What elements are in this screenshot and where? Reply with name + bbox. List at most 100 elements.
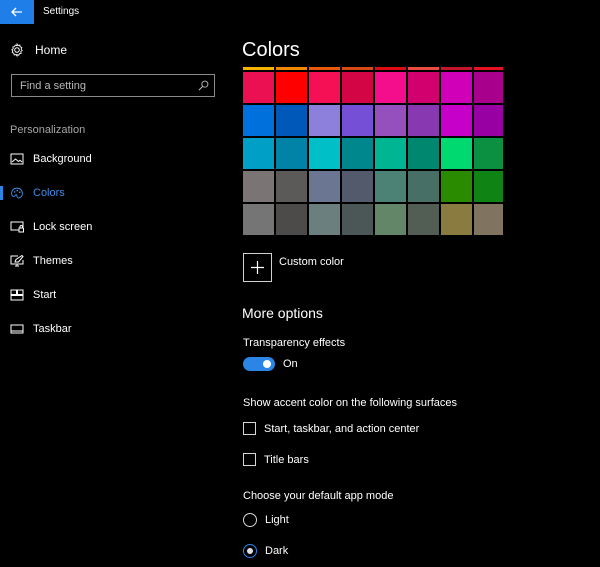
color-swatch[interactable] (342, 72, 373, 103)
accent-surfaces-label: Show accent color on the following surfa… (243, 397, 458, 409)
palette-icon (11, 187, 23, 198)
start-icon (10, 289, 24, 301)
color-swatch[interactable] (375, 67, 406, 70)
color-swatch[interactable] (408, 67, 439, 70)
color-swatch[interactable] (243, 171, 274, 202)
dark-mode-radio-row[interactable]: Dark (243, 544, 288, 558)
lock-screen-icon (10, 221, 24, 233)
picture-icon (10, 153, 24, 165)
radio-label: Light (265, 514, 289, 526)
color-swatch[interactable] (441, 171, 472, 202)
color-swatch[interactable] (243, 204, 274, 235)
transparency-label: Transparency effects (243, 337, 346, 349)
color-swatch[interactable] (342, 67, 373, 70)
home-label: Home (35, 43, 68, 57)
color-swatch[interactable] (375, 171, 406, 202)
color-swatch[interactable] (474, 105, 503, 136)
sidebar-item-label: Lock screen (33, 221, 93, 233)
color-swatch[interactable] (474, 171, 503, 202)
color-swatch[interactable] (408, 105, 439, 136)
color-swatch[interactable] (375, 72, 406, 103)
color-swatch[interactable] (441, 72, 472, 103)
color-swatch[interactable] (342, 138, 373, 169)
light-mode-radio-row[interactable]: Light (243, 513, 289, 527)
color-swatch[interactable] (408, 171, 439, 202)
sidebar-item-label: Start (33, 289, 57, 301)
color-swatch[interactable] (243, 72, 274, 103)
transparency-state: On (283, 358, 298, 370)
color-swatch[interactable] (309, 138, 340, 169)
dark-mode-radio[interactable] (243, 544, 257, 558)
plus-icon (251, 261, 264, 274)
color-swatch[interactable] (243, 105, 274, 136)
transparency-toggle[interactable] (243, 357, 275, 371)
color-swatch[interactable] (342, 204, 373, 235)
color-swatch[interactable] (276, 171, 307, 202)
color-swatch[interactable] (375, 105, 406, 136)
color-swatch[interactable] (408, 72, 439, 103)
color-swatch[interactable] (474, 138, 503, 169)
color-swatch[interactable] (375, 204, 406, 235)
custom-color-label: Custom color (279, 256, 344, 268)
radio-label: Dark (265, 545, 289, 557)
search-box[interactable] (11, 74, 215, 97)
back-button[interactable] (0, 0, 34, 24)
title-bars-checkbox[interactable] (243, 453, 256, 466)
color-swatch[interactable] (441, 105, 472, 136)
sidebar-item-colors[interactable]: Colors (0, 179, 230, 207)
color-swatch[interactable] (342, 105, 373, 136)
custom-color-button[interactable]: Custom color (243, 253, 344, 282)
back-arrow-icon (11, 7, 22, 17)
color-swatch[interactable] (276, 72, 307, 103)
sidebar-item-label: Taskbar (33, 323, 72, 335)
taskbar-icon (10, 324, 24, 334)
color-swatch[interactable] (309, 171, 340, 202)
toggle-knob (263, 360, 271, 368)
color-swatch[interactable] (243, 67, 274, 70)
section-label: Personalization (10, 124, 86, 136)
start-taskbar-checkbox-row[interactable]: Start, taskbar, and action center (243, 422, 419, 435)
start-taskbar-checkbox[interactable] (243, 422, 256, 435)
sidebar-item-themes[interactable]: Themes (0, 247, 230, 275)
gear-icon (11, 43, 23, 57)
sidebar-item-start[interactable]: Start (0, 281, 230, 309)
sidebar-item-label: Background (33, 153, 92, 165)
color-swatch[interactable] (309, 105, 340, 136)
color-swatch[interactable] (408, 204, 439, 235)
sidebar-item-label: Colors (33, 187, 65, 199)
app-mode-label: Choose your default app mode (243, 490, 394, 502)
color-swatch[interactable] (276, 138, 307, 169)
color-swatch[interactable] (309, 204, 340, 235)
title-bars-checkbox-row[interactable]: Title bars (243, 453, 309, 466)
search-input[interactable] (20, 79, 190, 92)
light-mode-radio[interactable] (243, 513, 257, 527)
color-swatch[interactable] (474, 72, 503, 103)
color-swatch[interactable] (243, 138, 274, 169)
accent-color-grid (243, 67, 503, 239)
color-swatch[interactable] (474, 67, 503, 70)
color-swatch[interactable] (441, 138, 472, 169)
color-swatch[interactable] (441, 67, 472, 70)
color-swatch[interactable] (408, 138, 439, 169)
color-swatch[interactable] (441, 204, 472, 235)
sidebar-item-taskbar[interactable]: Taskbar (0, 315, 230, 343)
home-link[interactable]: Home (10, 43, 67, 57)
more-options-heading: More options (242, 305, 323, 321)
color-swatch[interactable] (342, 171, 373, 202)
color-swatch[interactable] (276, 67, 307, 70)
page-title: Colors (242, 39, 300, 61)
sidebar-item-lock-screen[interactable]: Lock screen (0, 213, 230, 241)
color-swatch[interactable] (276, 105, 307, 136)
color-swatch[interactable] (474, 204, 503, 235)
search-icon[interactable] (198, 80, 209, 91)
color-swatch[interactable] (309, 67, 340, 70)
custom-color-box[interactable] (243, 253, 272, 282)
themes-icon (10, 255, 24, 267)
color-swatch[interactable] (375, 138, 406, 169)
color-swatch[interactable] (309, 72, 340, 103)
sidebar-item-label: Themes (33, 255, 73, 267)
checkbox-label: Start, taskbar, and action center (264, 422, 420, 435)
sidebar-item-background[interactable]: Background (0, 145, 230, 173)
color-swatch[interactable] (276, 204, 307, 235)
radio-dot (246, 547, 253, 554)
